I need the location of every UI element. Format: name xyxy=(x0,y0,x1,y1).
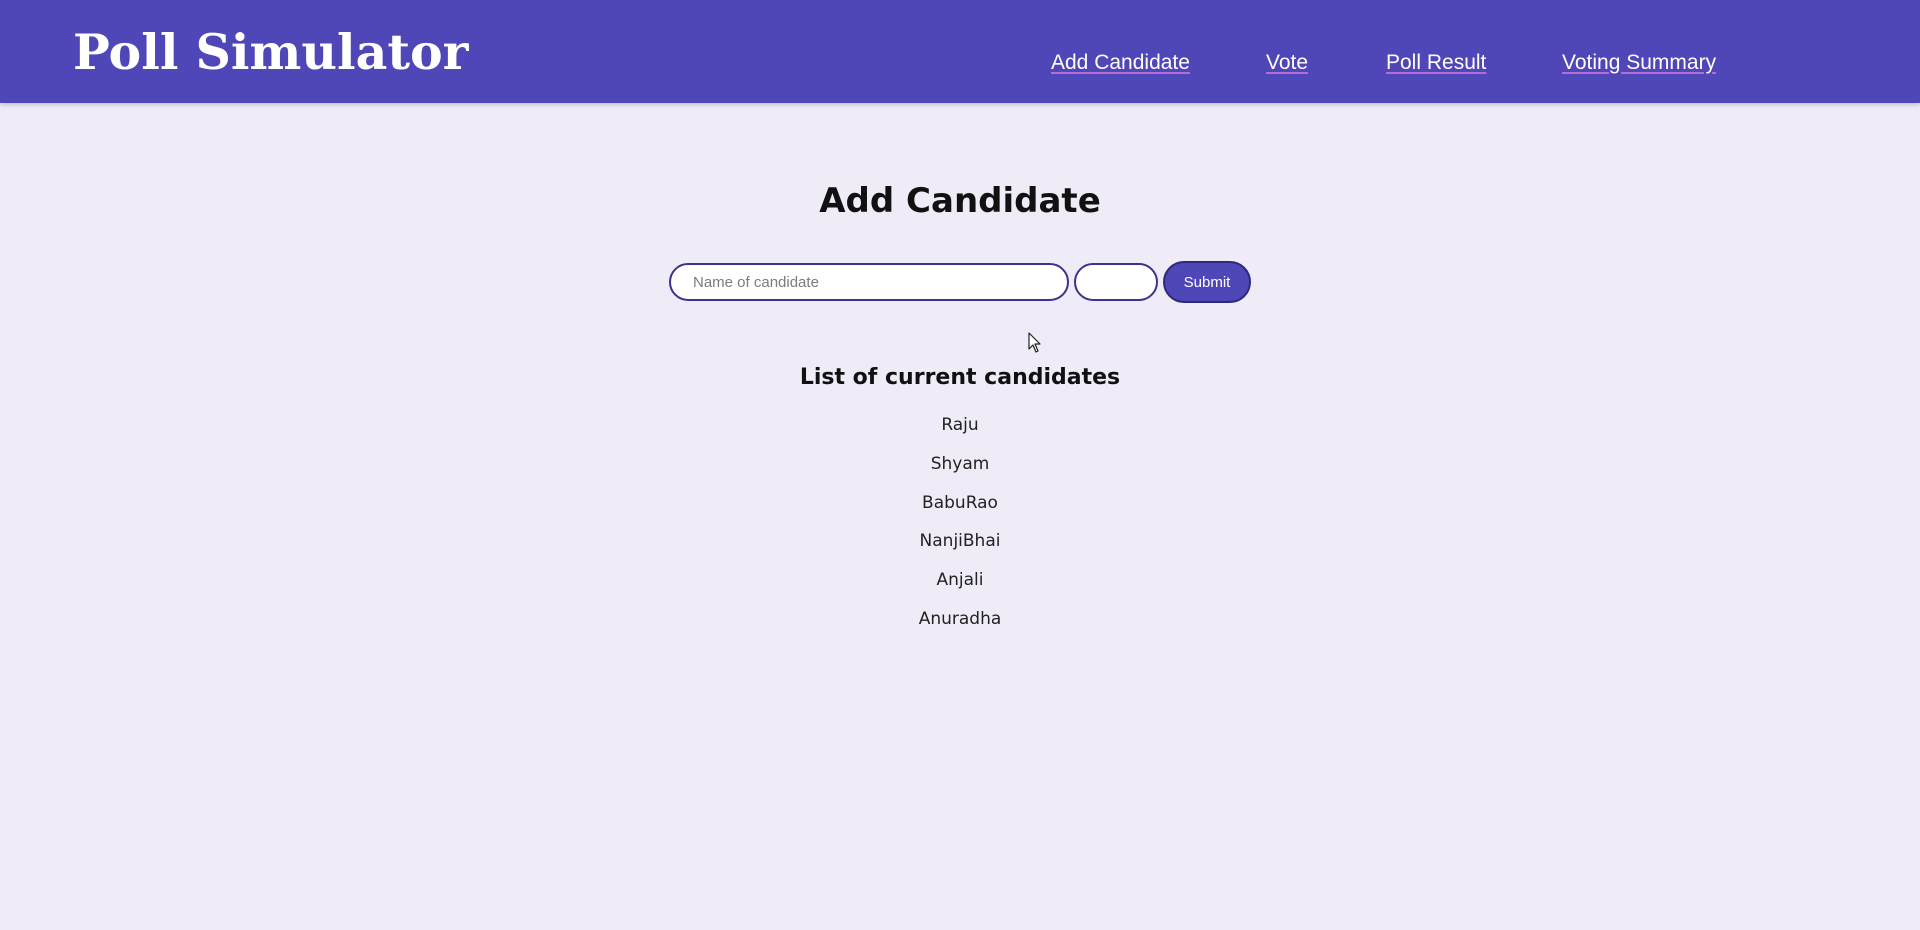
app-brand: Poll Simulator xyxy=(73,23,469,81)
mouse-pointer-icon xyxy=(1028,332,1041,353)
submit-button[interactable]: Submit xyxy=(1163,261,1251,303)
candidate-item: Anjali xyxy=(936,570,984,591)
candidates-list-title: List of current candidates xyxy=(799,365,1121,390)
nav-link-add-candidate[interactable]: Add Candidate xyxy=(1051,50,1190,76)
candidate-item: Raju xyxy=(941,415,979,435)
candidate-secondary-input[interactable] xyxy=(1074,263,1158,301)
candidate-item: Anuradha xyxy=(918,608,1002,629)
nav-link-voting-summary[interactable]: Voting Summary xyxy=(1562,50,1716,76)
nav-link-poll-result[interactable]: Poll Result xyxy=(1386,50,1486,76)
page-title: Add Candidate xyxy=(819,181,1101,221)
top-navbar: Poll Simulator Add Candidate Vote Poll R… xyxy=(0,0,1920,103)
nav-link-vote[interactable]: Vote xyxy=(1266,50,1308,76)
candidate-item: NanjiBhai xyxy=(919,531,1001,552)
candidate-list: Raju Shyam BabuRao NanjiBhai Anjali Anur… xyxy=(0,411,1920,644)
candidate-item: Shyam xyxy=(930,453,990,474)
candidate-item: BabuRao xyxy=(922,492,998,513)
candidate-name-input[interactable] xyxy=(669,263,1069,301)
